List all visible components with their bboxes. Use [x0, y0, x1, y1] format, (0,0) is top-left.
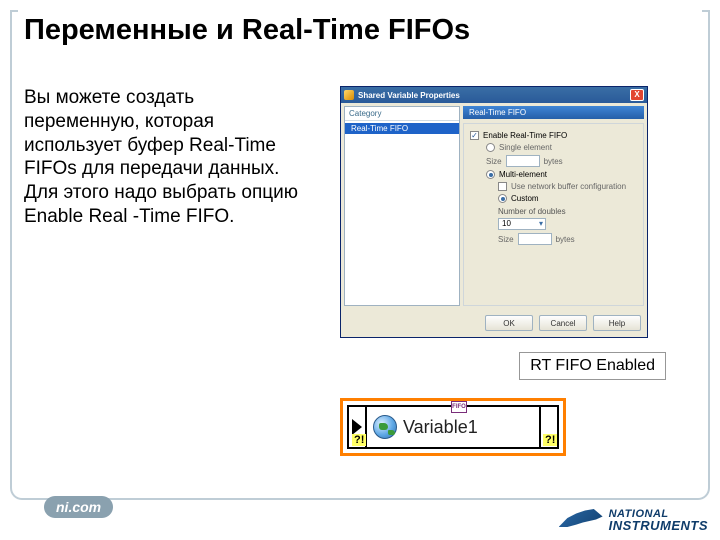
properties-dialog: Shared Variable Properties X Category Re…	[340, 86, 648, 338]
block-diagram-node: ?! FIFO Variable1 ?!	[340, 398, 566, 456]
custom-label: Custom	[511, 194, 539, 203]
use-network-buffer-label: Use network buffer configuration	[511, 182, 626, 191]
dialog-title: Shared Variable Properties	[358, 91, 626, 100]
ni-eagle-icon	[559, 506, 603, 536]
globe-icon	[373, 415, 397, 439]
dialog-icon	[344, 90, 354, 100]
warning-icon: ?!	[543, 434, 557, 446]
single-element-radio[interactable]: Single element	[486, 143, 637, 152]
multi-element-radio[interactable]: Multi-element	[486, 170, 637, 179]
array-size-input[interactable]	[518, 233, 552, 245]
brand-bottom: INSTRUMENTS	[609, 520, 708, 532]
panel-header: Real-Time FIFO	[463, 106, 644, 119]
slide-footer: ni.com NATIONAL INSTRUMENTS	[0, 492, 720, 540]
callout-rtfifo-enabled: RT FIFO Enabled	[519, 352, 666, 380]
category-header: Category	[345, 107, 459, 121]
use-network-buffer-checkbox[interactable]: Use network buffer configuration	[498, 182, 637, 191]
play-icon	[352, 419, 362, 435]
category-item-rtfifo[interactable]: Real-Time FIFO	[345, 123, 459, 134]
help-button[interactable]: Help	[593, 315, 641, 331]
enable-rtfifo-checkbox[interactable]: ✓ Enable Real-Time FIFO	[470, 131, 637, 140]
size-label: Size	[486, 157, 502, 166]
num-doubles-label: Number of doubles	[498, 207, 637, 216]
variable-label: Variable1	[403, 417, 478, 438]
rtfifo-group: ✓ Enable Real-Time FIFO Single element S…	[463, 123, 644, 306]
enable-rtfifo-label: Enable Real-Time FIFO	[483, 131, 567, 140]
category-list: Category Real-Time FIFO	[344, 106, 460, 306]
array-size-label: Size	[498, 235, 514, 244]
size-unit: bytes	[544, 157, 563, 166]
ni-logo: NATIONAL INSTRUMENTS	[559, 506, 708, 536]
size-input[interactable]	[506, 155, 540, 167]
single-element-label: Single element	[499, 143, 552, 152]
nicom-badge: ni.com	[44, 496, 113, 518]
slide-title: Переменные и Real-Time FIFOs	[24, 14, 470, 47]
cancel-button[interactable]: Cancel	[539, 315, 587, 331]
custom-radio[interactable]: Custom	[498, 194, 637, 203]
warning-icon: ?!	[352, 434, 366, 446]
dialog-titlebar[interactable]: Shared Variable Properties X	[341, 87, 647, 103]
ok-button[interactable]: OK	[485, 315, 533, 331]
num-doubles-input[interactable]: 10	[498, 218, 546, 230]
slide-body-text: Вы можете создать переменную, которая ис…	[24, 86, 314, 229]
fifo-badge-icon: FIFO	[451, 401, 467, 413]
array-bytes-label: bytes	[556, 235, 575, 244]
multi-element-label: Multi-element	[499, 170, 547, 179]
close-icon[interactable]: X	[630, 89, 644, 101]
